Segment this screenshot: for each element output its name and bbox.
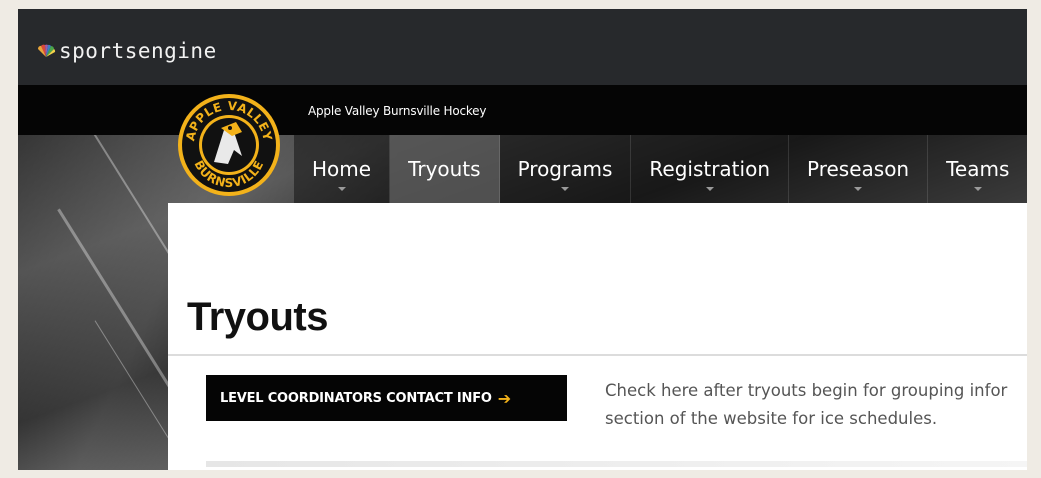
chevron-down-icon [973,187,982,191]
sportsengine-logo[interactable]: sportsengine [36,39,217,63]
nbc-peacock-icon [36,44,56,58]
chevron-down-icon [854,187,863,191]
nav-item-teams[interactable]: Teams [928,135,1027,203]
arrow-right-icon: ➔ [497,388,511,408]
title-divider [168,354,1027,356]
chevron-down-icon [705,187,714,191]
nav-item-label: Registration [649,157,770,181]
chevron-down-icon [337,187,346,191]
nav-item-registration[interactable]: Registration [631,135,789,203]
main-content: Tryouts LEVEL COORDINATORS CONTACT INFO … [168,203,1027,470]
sportsengine-wordmark: sportsengine [59,39,217,63]
nav-item-label: Home [312,157,372,181]
nav-item-label: Programs [517,157,613,181]
sportsengine-bar: sportsengine [18,9,1027,85]
nav-item-label: Preseason [807,157,910,181]
nav-item-home[interactable]: Home [294,135,391,203]
tryouts-info-text: Check here after tryouts begin for group… [605,377,1027,433]
nav-item-preseason[interactable]: Preseason [789,135,929,203]
browser-viewport: sportsengine Apple Valley Burnsville Hoc… [18,9,1027,470]
nav-item-label: Teams [946,157,1010,181]
org-bar: Apple Valley Burnsville Hockey [18,85,1027,135]
org-crest-logo[interactable]: APPLE VALLEY BURNSVILLE [176,92,282,198]
org-name-link[interactable]: Apple Valley Burnsville Hockey [308,104,486,118]
nav-item-tryouts[interactable]: Tryouts [390,135,500,203]
site-header: Apple Valley Burnsville Hockey APPLE VAL… [18,85,1027,470]
level-coordinators-button[interactable]: LEVEL COORDINATORS CONTACT INFO ➔ [206,375,567,421]
info-line: Check here after tryouts begin for group… [605,381,1008,400]
main-nav: Home Tryouts Programs Registration Prese… [294,135,1027,203]
chevron-down-icon [560,187,569,191]
page-title: Tryouts [187,295,328,339]
info-line: section of the website for ice schedules… [605,409,938,428]
faded-text-line [206,461,1027,467]
level-coordinators-label: LEVEL COORDINATORS CONTACT INFO [220,390,492,406]
nav-item-programs[interactable]: Programs [500,135,632,203]
nav-item-label: Tryouts [408,157,481,181]
